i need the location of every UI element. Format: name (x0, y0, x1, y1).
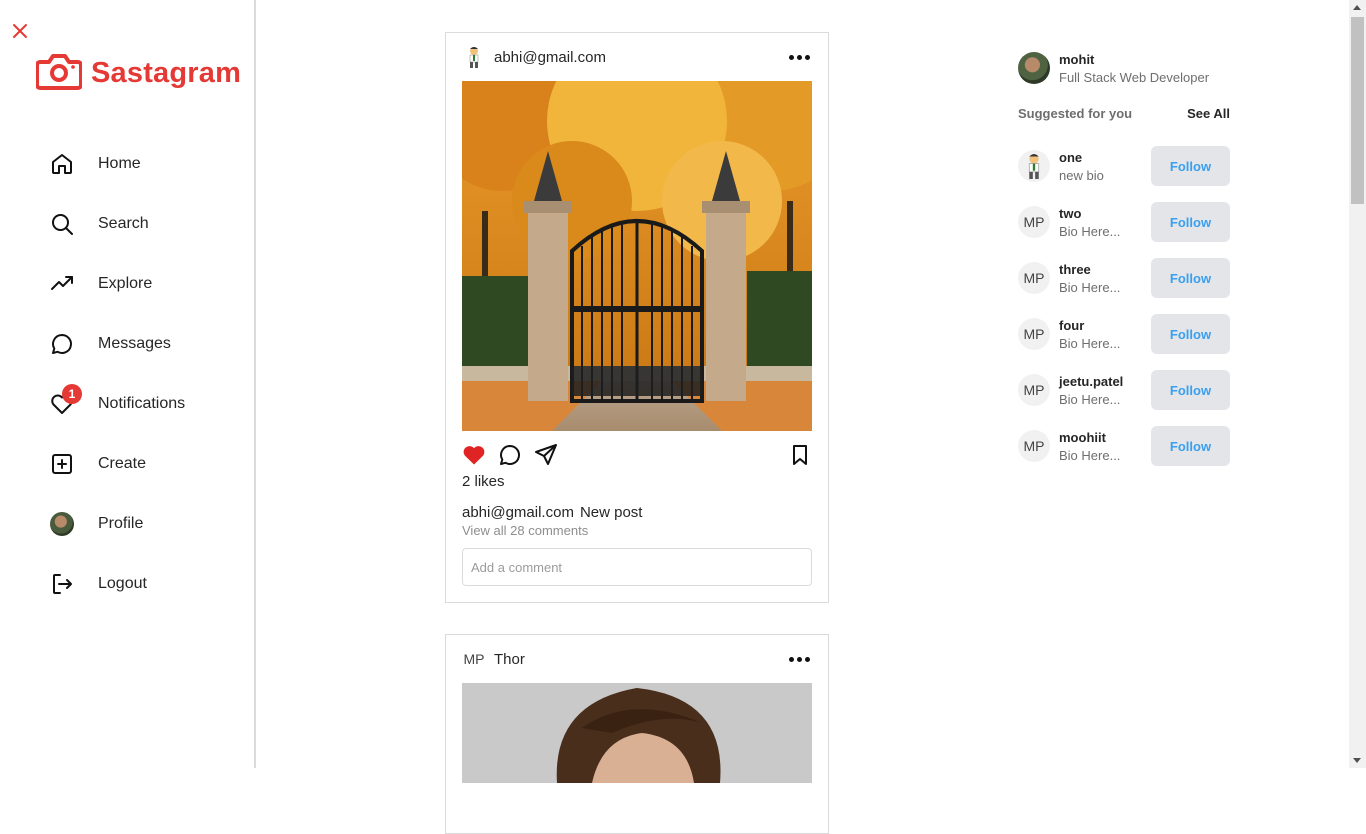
list-item: MP jeetu.patel Bio Here... Follow (1018, 362, 1230, 418)
comment-icon[interactable] (498, 443, 522, 467)
current-user-name[interactable]: mohit (1059, 52, 1209, 67)
suggestion-name[interactable]: moohiit (1059, 430, 1131, 445)
heart-icon: 1 (48, 384, 82, 418)
follow-button[interactable]: Follow (1151, 426, 1230, 466)
post-image[interactable] (462, 683, 812, 783)
post-card: MP Thor (445, 634, 829, 834)
sidebar-item-search[interactable]: Search (48, 204, 185, 244)
scrollbar-thumb[interactable] (1351, 17, 1364, 204)
sidebar-item-notifications[interactable]: 1 Notifications (48, 384, 185, 424)
home-icon (48, 150, 76, 178)
suggestions-title: Suggested for you (1018, 106, 1133, 121)
brand-logo[interactable]: Sastagram (35, 52, 242, 95)
notification-badge: 1 (62, 384, 82, 404)
post-username[interactable]: abhi@gmail.com (494, 49, 606, 66)
caption-username[interactable]: abhi@gmail.com (462, 504, 574, 521)
avatar[interactable]: MP (1018, 430, 1050, 462)
sidebar-item-label: Explore (98, 275, 153, 292)
search-icon (48, 210, 76, 238)
sidebar-item-label: Profile (98, 515, 144, 532)
suggestion-name[interactable]: four (1059, 318, 1131, 333)
sidebar-item-logout[interactable]: Logout (48, 564, 185, 604)
sidebar-item-create[interactable]: Create (48, 444, 185, 484)
post-image[interactable] (462, 81, 812, 431)
sidebar: Sastagram Home Search Explore Messages 1… (0, 0, 256, 768)
post-card: abhi@gmail.com 2 likes abhi@gmail.com Ne… (445, 32, 829, 603)
list-item: MP four Bio Here... Follow (1018, 306, 1230, 362)
avatar[interactable] (1018, 52, 1050, 84)
list-item: MP two Bio Here... Follow (1018, 194, 1230, 250)
scroll-down-arrow-icon[interactable] (1353, 758, 1361, 763)
suggestions-list: one new bio Follow MP two Bio Here... Fo… (1018, 138, 1230, 474)
avatar[interactable] (462, 45, 486, 69)
list-item: MP three Bio Here... Follow (1018, 250, 1230, 306)
close-icon[interactable] (11, 22, 29, 40)
list-item: one new bio Follow (1018, 138, 1230, 194)
like-heart-icon[interactable] (462, 443, 486, 467)
follow-button[interactable]: Follow (1151, 202, 1230, 242)
more-options-icon[interactable] (787, 651, 812, 668)
scroll-up-arrow-icon[interactable] (1353, 5, 1361, 10)
sidebar-item-label: Search (98, 215, 149, 232)
sidebar-item-profile[interactable]: Profile (48, 504, 185, 544)
follow-button[interactable]: Follow (1151, 146, 1230, 186)
suggestion-bio: Bio Here... (1059, 391, 1121, 407)
suggestion-bio: Bio Here... (1059, 279, 1121, 295)
sidebar-item-explore[interactable]: Explore (48, 264, 185, 304)
avatar[interactable]: MP (1018, 374, 1050, 406)
share-send-icon[interactable] (534, 443, 558, 467)
sidebar-nav: Home Search Explore Messages 1 Notificat… (48, 144, 185, 624)
suggestion-bio: new bio (1059, 167, 1104, 183)
sidebar-item-label: Messages (98, 335, 171, 352)
brand-name: Sastagram (91, 57, 242, 89)
sidebar-item-label: Create (98, 455, 147, 472)
suggestion-bio: Bio Here... (1059, 447, 1121, 463)
plus-square-icon (48, 450, 76, 478)
suggestion-bio: Bio Here... (1059, 335, 1121, 351)
follow-button[interactable]: Follow (1151, 370, 1230, 410)
sidebar-item-home[interactable]: Home (48, 144, 185, 184)
view-comments-link[interactable]: View all 28 comments (446, 521, 828, 538)
bookmark-icon[interactable] (788, 443, 812, 467)
sidebar-item-label: Home (98, 155, 141, 172)
avatar (50, 512, 74, 536)
follow-button[interactable]: Follow (1151, 258, 1230, 298)
sidebar-item-label: Logout (98, 575, 147, 592)
current-user-bio: Full Stack Web Developer (1059, 69, 1210, 85)
suggestion-name[interactable]: two (1059, 206, 1131, 221)
suggestion-bio: Bio Here... (1059, 223, 1121, 239)
see-all-link[interactable]: See All (1187, 106, 1230, 121)
avatar[interactable]: MP (1018, 206, 1050, 238)
avatar[interactable]: MP (1018, 318, 1050, 350)
follow-button[interactable]: Follow (1151, 314, 1230, 354)
post-username[interactable]: Thor (494, 651, 525, 668)
sidebar-item-messages[interactable]: Messages (48, 324, 185, 364)
suggestion-name[interactable]: three (1059, 262, 1131, 277)
likes-count: 2 likes (462, 473, 505, 490)
trending-up-icon (48, 270, 76, 298)
profile-avatar-wrap (48, 510, 76, 538)
more-options-icon[interactable] (787, 49, 812, 66)
avatar[interactable] (1018, 150, 1050, 182)
sidebar-item-label: Notifications (98, 395, 186, 412)
post-header: abhi@gmail.com (446, 33, 828, 81)
caption-text: New post (579, 504, 643, 521)
avatar[interactable]: MP (1018, 262, 1050, 294)
message-circle-icon (48, 330, 76, 358)
comment-input[interactable] (462, 548, 812, 586)
page-scrollbar[interactable] (1349, 0, 1366, 768)
right-panel: mohit Full Stack Web Developer Suggested… (1018, 50, 1230, 474)
avatar[interactable]: MP (462, 647, 486, 671)
suggestion-name[interactable]: jeetu.patel (1059, 374, 1131, 389)
post-caption: abhi@gmail.com New post (446, 490, 828, 521)
list-item: MP moohiit Bio Here... Follow (1018, 418, 1230, 474)
current-user[interactable]: mohit Full Stack Web Developer (1018, 50, 1230, 86)
logout-icon (48, 570, 76, 598)
suggestions-header: Suggested for you See All (1018, 106, 1230, 121)
post-actions (446, 431, 828, 471)
camera-icon (35, 52, 83, 95)
suggestion-name[interactable]: one (1059, 150, 1131, 165)
post-header: MP Thor (446, 635, 828, 683)
